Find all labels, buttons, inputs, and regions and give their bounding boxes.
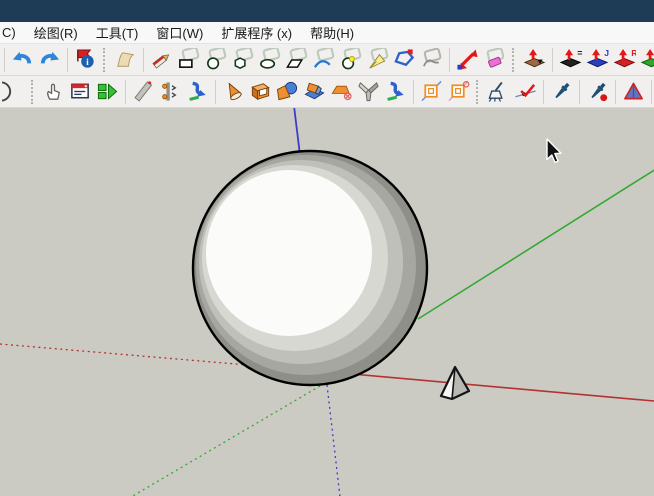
toolbar-separator	[579, 80, 580, 104]
menu-extensions[interactable]: 扩展程序 (x)	[212, 23, 301, 42]
parallelogram-tool-icon[interactable]	[283, 46, 310, 74]
circle-point-tool-icon[interactable]	[337, 46, 364, 74]
solid-shell-icon[interactable]	[247, 78, 274, 106]
pushpull-equal-icon[interactable]: =	[557, 46, 584, 74]
axis-square-blue-icon[interactable]	[418, 78, 445, 106]
material-sheet-icon[interactable]	[112, 46, 139, 74]
sketchup-window: C)绘图(R)工具(T)窗口(W)扩展程序 (x)帮助(H) i = J RV	[0, 0, 654, 496]
pushpull-j-icon[interactable]: J	[584, 46, 611, 74]
eyedropper-red-icon[interactable]	[584, 78, 611, 106]
menubar: C)绘图(R)工具(T)窗口(W)扩展程序 (x)帮助(H)	[0, 22, 654, 44]
toolbar-row-1: i = J RV	[0, 44, 654, 76]
partial-circle-icon[interactable]	[0, 78, 27, 106]
cleanup-broom-icon[interactable]	[485, 78, 512, 106]
svg-text:J: J	[604, 48, 609, 58]
pie-tool-icon[interactable]	[364, 46, 391, 74]
svg-text:i: i	[86, 57, 89, 68]
eraser-pink-icon[interactable]	[481, 46, 508, 74]
sphere-highlight	[206, 170, 372, 336]
segment-tool-icon[interactable]	[130, 78, 157, 106]
toolbar-separator	[615, 80, 616, 104]
select-hand-icon[interactable]	[40, 78, 67, 106]
solid-subtract-icon[interactable]	[301, 78, 328, 106]
toolbar-grip	[476, 80, 481, 104]
sketch-tool-icon[interactable]	[418, 46, 445, 74]
pushpull-v-icon[interactable]: V	[638, 46, 654, 74]
toolbar-row-2	[0, 76, 654, 108]
axis-square-pink-icon[interactable]	[445, 78, 472, 106]
menu-camera-partial[interactable]: C)	[0, 25, 25, 40]
ellipse-tool-icon[interactable]	[256, 46, 283, 74]
toolbar-separator	[449, 48, 450, 72]
pyramid-tool-icon[interactable]	[620, 78, 647, 106]
menu-help[interactable]: 帮助(H)	[301, 23, 363, 42]
menu-window[interactable]: 窗口(W)	[147, 23, 212, 42]
viewport[interactable]	[0, 108, 654, 496]
solid-trim-icon[interactable]	[328, 78, 355, 106]
toolbar-separator	[651, 80, 652, 104]
solid-cone-icon[interactable]	[220, 78, 247, 106]
solid-split-icon[interactable]	[355, 78, 382, 106]
component-play-icon[interactable]	[94, 78, 121, 106]
swoosh2-icon[interactable]	[382, 78, 409, 106]
toolbar-separator	[4, 48, 5, 72]
toolbar-separator	[67, 48, 68, 72]
polygon-tool-icon[interactable]	[229, 46, 256, 74]
toolbar-separator	[143, 48, 144, 72]
toolbar-separator	[543, 80, 544, 104]
svg-text:=: =	[577, 48, 582, 59]
toolbar-separator	[125, 80, 126, 104]
sphere[interactable]	[193, 151, 427, 385]
rectangle-tool-icon[interactable]	[175, 46, 202, 74]
undo-icon[interactable]	[9, 46, 36, 74]
titlebar	[0, 0, 654, 22]
circle-tool-icon[interactable]	[202, 46, 229, 74]
toolbar-separator	[215, 80, 216, 104]
endpoints-tool-icon[interactable]	[157, 78, 184, 106]
dialog-window-icon[interactable]	[67, 78, 94, 106]
eyedropper-icon[interactable]	[548, 78, 575, 106]
menu-draw[interactable]: 绘图(R)	[25, 23, 87, 42]
stretch-arrow-icon[interactable]	[454, 46, 481, 74]
toolbar-grip	[103, 48, 108, 72]
menu-tools[interactable]: 工具(T)	[87, 23, 148, 42]
arc-tool-icon[interactable]	[310, 46, 337, 74]
redo-icon[interactable]	[36, 46, 63, 74]
inspect-check-icon[interactable]	[512, 78, 539, 106]
freehand-pencil-icon[interactable]	[148, 46, 175, 74]
svg-text:R: R	[631, 48, 636, 58]
pushpull-r-icon[interactable]: R	[611, 46, 638, 74]
toolbar-grip	[512, 48, 517, 72]
pushpull-brown-icon[interactable]	[521, 46, 548, 74]
polyline-tool-icon[interactable]	[391, 46, 418, 74]
toolbar-separator	[552, 48, 553, 72]
solid-union-icon[interactable]	[274, 78, 301, 106]
toolbar-separator	[413, 80, 414, 104]
toolbar-grip	[31, 80, 36, 104]
scene-svg	[0, 108, 654, 496]
model-info-icon[interactable]: i	[72, 46, 99, 74]
followme-swoosh-icon[interactable]	[184, 78, 211, 106]
